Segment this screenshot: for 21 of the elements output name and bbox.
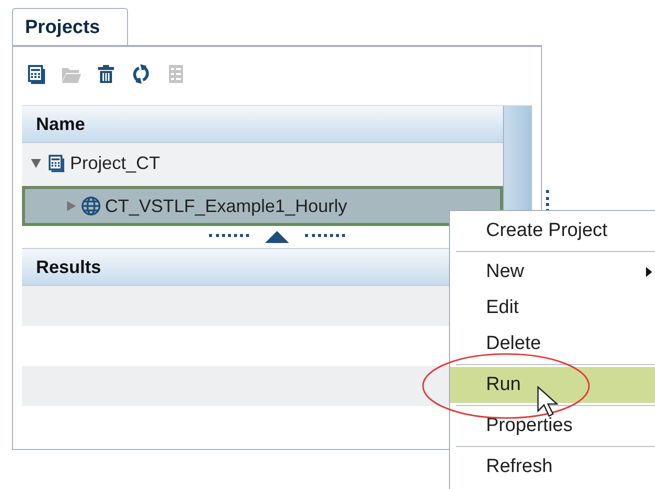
mouse-pointer-icon <box>537 386 559 418</box>
projects-tab[interactable]: Projects <box>12 8 128 45</box>
collapse-up-icon[interactable] <box>265 231 289 243</box>
trash-icon[interactable] <box>95 63 117 85</box>
splitter-grip[interactable] <box>209 234 249 240</box>
collapse-arrow-icon[interactable] <box>30 157 42 169</box>
menu-item[interactable]: Delete <box>450 326 655 362</box>
project-icon <box>46 153 66 173</box>
menu-item[interactable]: Run <box>450 367 655 403</box>
project-icon[interactable] <box>25 63 47 85</box>
menu-item[interactable]: Refresh <box>450 449 655 485</box>
globe-icon <box>81 196 101 216</box>
refresh-icon[interactable] <box>130 63 152 85</box>
tree-item-label: Project_CT <box>70 152 160 174</box>
name-column-header[interactable]: Name <box>22 106 503 143</box>
menu-item[interactable]: Properties <box>450 408 655 444</box>
submenu-arrow-icon <box>646 267 652 277</box>
tree-item[interactable]: Project_CT <box>22 143 503 183</box>
splitter-grip[interactable] <box>305 234 345 240</box>
menu-item[interactable]: Edit <box>450 290 655 326</box>
tree-item-label: CT_VSTLF_Example1_Hourly <box>105 196 348 216</box>
